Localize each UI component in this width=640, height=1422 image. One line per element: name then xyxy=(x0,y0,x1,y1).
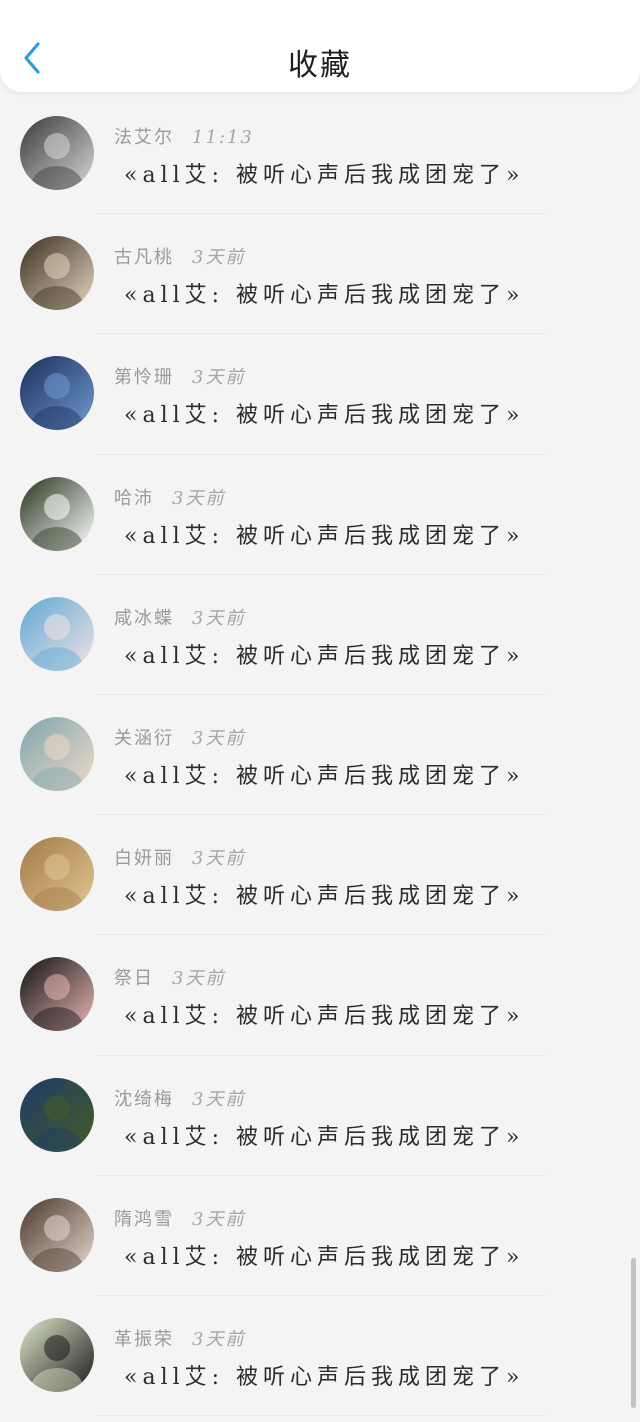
favorite-title: «all艾: 被听心声后我成团宠了» xyxy=(124,763,525,789)
timestamp: 3天前 xyxy=(172,968,226,990)
user-name: 第怜珊 xyxy=(114,367,174,389)
favorite-title: «all艾: 被听心声后我成团宠了» xyxy=(124,1364,525,1390)
avatar[interactable] xyxy=(20,356,94,431)
favorite-title: «all艾: 被听心声后我成团宠了» xyxy=(124,643,525,669)
timestamp: 3天前 xyxy=(172,487,226,509)
divider xyxy=(96,934,546,936)
user-name: 革振荣 xyxy=(114,1328,174,1350)
page-title: 收藏 xyxy=(288,48,352,83)
avatar[interactable] xyxy=(20,236,94,311)
user-name: 古凡桃 xyxy=(114,247,174,269)
avatar[interactable] xyxy=(20,1317,94,1392)
item-header: 第怜珊 3天前 xyxy=(114,364,245,392)
favorite-title: «all艾: 被听心声后我成团宠了» xyxy=(124,523,525,549)
item-header: 沈绮梅 3天前 xyxy=(114,1086,245,1114)
favorite-title: «all艾: 被听心声后我成团宠了» xyxy=(124,163,525,188)
timestamp: 3天前 xyxy=(192,367,246,389)
item-header: 祭日 3天前 xyxy=(114,965,225,993)
item-header: 咸冰蝶 3天前 xyxy=(114,605,245,633)
user-name: 关涵衍 xyxy=(114,727,174,749)
item-header: 法艾尔 11:13 xyxy=(114,124,254,152)
divider xyxy=(96,1174,546,1176)
list-item[interactable]: 沈绮梅 3天前 «all艾: 被听心声后我成团宠了» xyxy=(0,1062,640,1182)
favorites-list: 法艾尔 11:13 «all艾: 被听心声后我成团宠了» 古凡桃 3天前 «all艾: 被… xyxy=(0,100,640,1422)
avatar[interactable] xyxy=(20,716,94,791)
list-item[interactable]: 关涵衍 3天前 «all艾: 被听心声后我成团宠了» xyxy=(0,701,640,821)
item-header: 关涵衍 3天前 xyxy=(114,725,245,753)
scrollbar[interactable] xyxy=(631,1258,636,1408)
divider xyxy=(96,453,546,455)
user-name: 白妍丽 xyxy=(114,848,174,870)
item-header: 白妍丽 3天前 xyxy=(114,845,245,873)
favorite-title: «all艾: 被听心声后我成团宠了» xyxy=(124,1244,525,1270)
list-item[interactable]: 古凡桃 3天前 «all艾: 被听心声后我成团宠了» xyxy=(0,220,640,340)
user-name: 哈沛 xyxy=(114,487,154,509)
timestamp: 3天前 xyxy=(192,1088,246,1110)
top-bar: 收藏 xyxy=(0,0,640,92)
item-header: 哈沛 3天前 xyxy=(114,485,225,513)
item-header: 隋鸿雪 3天前 xyxy=(114,1206,245,1234)
timestamp: 3天前 xyxy=(192,1208,246,1230)
favorite-title: «all艾: 被听心声后我成团宠了» xyxy=(124,1124,525,1150)
divider xyxy=(96,814,546,816)
user-name: 法艾尔 xyxy=(114,127,174,148)
avatar[interactable] xyxy=(20,116,94,190)
favorite-title: «all艾: 被听心声后我成团宠了» xyxy=(124,1004,525,1030)
user-name: 隋鸿雪 xyxy=(114,1208,174,1230)
avatar[interactable] xyxy=(20,596,94,671)
avatar[interactable] xyxy=(20,1077,94,1152)
user-name: 咸冰蝶 xyxy=(114,607,174,629)
item-header: 革振荣 3天前 xyxy=(114,1326,245,1354)
divider xyxy=(96,333,546,335)
avatar[interactable] xyxy=(20,1197,94,1272)
divider xyxy=(96,213,546,215)
divider xyxy=(96,693,546,695)
item-header: 古凡桃 3天前 xyxy=(114,244,245,272)
list-item[interactable]: 隋鸿雪 3天前 «all艾: 被听心声后我成团宠了» xyxy=(0,1182,640,1302)
timestamp: 3天前 xyxy=(192,607,246,629)
divider xyxy=(96,573,546,575)
divider xyxy=(96,1294,546,1296)
timestamp: 3天前 xyxy=(192,1328,246,1350)
list-item[interactable]: 哈沛 3天前 «all艾: 被听心声后我成团宠了» xyxy=(0,461,640,581)
avatar[interactable] xyxy=(20,837,94,912)
list-item[interactable]: 祭日 3天前 «all艾: 被听心声后我成团宠了» xyxy=(0,941,640,1061)
timestamp: 3天前 xyxy=(192,848,246,870)
favorite-title: «all艾: 被听心声后我成团宠了» xyxy=(124,403,525,429)
list-item[interactable]: 法艾尔 11:13 «all艾: 被听心声后我成团宠了» xyxy=(0,100,640,220)
list-item[interactable]: 白妍丽 3天前 «all艾: 被听心声后我成团宠了» xyxy=(0,821,640,941)
list-item[interactable]: 第怜珊 3天前 «all艾: 被听心声后我成团宠了» xyxy=(0,340,640,460)
list-item[interactable]: 革振荣 3天前 «all艾: 被听心声后我成团宠了» xyxy=(0,1302,640,1422)
user-name: 祭日 xyxy=(114,968,154,990)
favorite-title: «all艾: 被听心声后我成团宠了» xyxy=(124,283,525,309)
timestamp: 3天前 xyxy=(192,727,246,749)
favorite-title: «all艾: 被听心声后我成团宠了» xyxy=(124,884,525,910)
avatar[interactable] xyxy=(20,476,94,551)
timestamp: 11:13 xyxy=(192,127,254,148)
avatar[interactable] xyxy=(20,957,94,1032)
divider xyxy=(96,1054,546,1056)
timestamp: 3天前 xyxy=(192,247,246,269)
user-name: 沈绮梅 xyxy=(114,1088,174,1110)
list-item[interactable]: 咸冰蝶 3天前 «all艾: 被听心声后我成团宠了» xyxy=(0,581,640,701)
